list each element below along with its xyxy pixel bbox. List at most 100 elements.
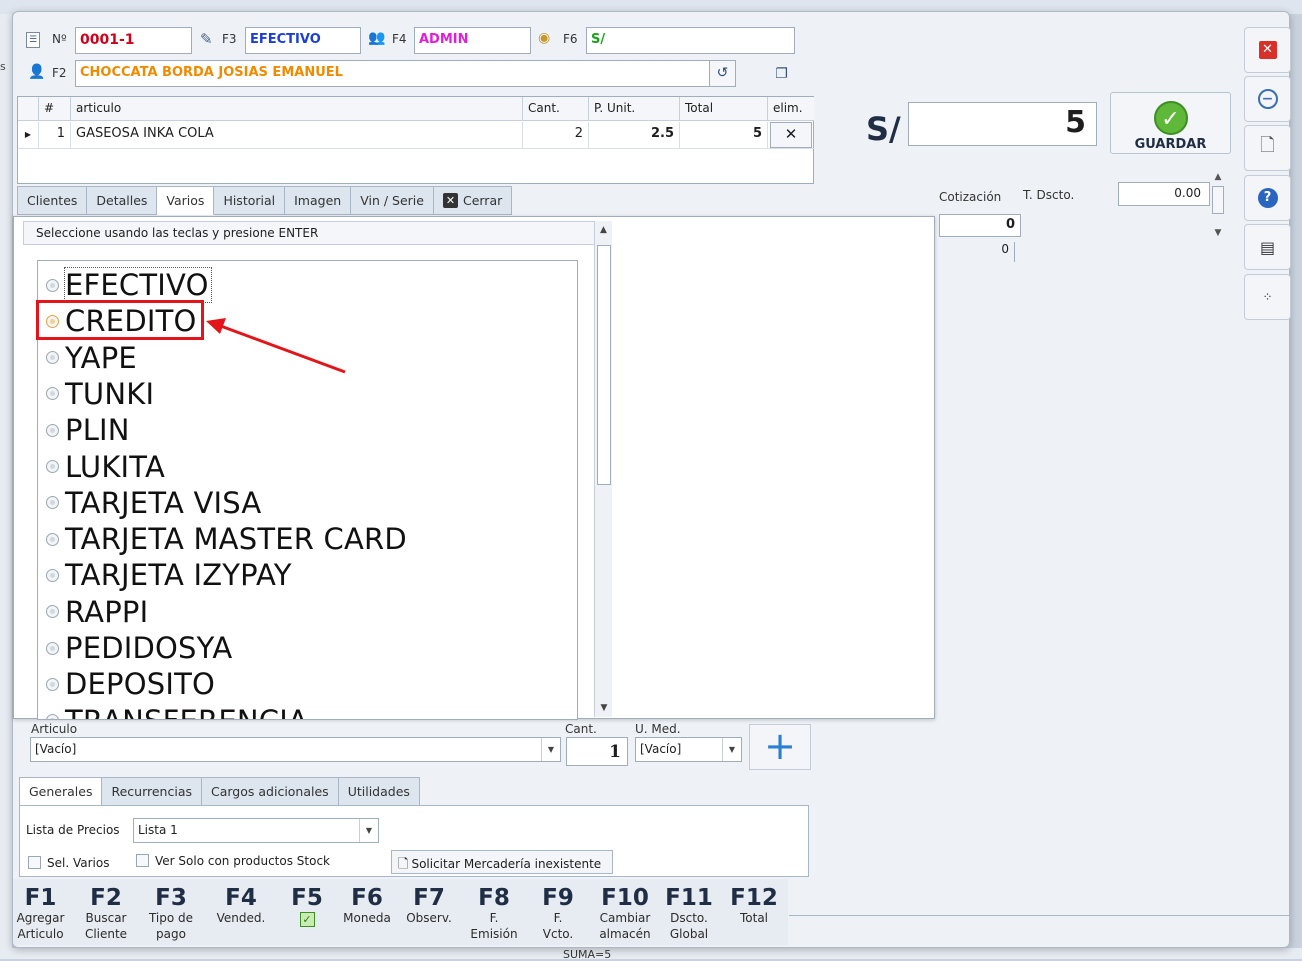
radio-icon[interactable]	[46, 423, 59, 437]
row-num: 1	[39, 122, 71, 148]
annotation-arrow	[206, 318, 346, 374]
scroll-down-icon[interactable]: ▼	[595, 703, 613, 713]
payment-option[interactable]: LUKITA	[46, 449, 165, 485]
row-cant[interactable]: 2	[523, 122, 589, 148]
radio-icon[interactable]	[46, 677, 59, 691]
payment-option-label: PEDIDOSYA	[65, 631, 233, 665]
payment-option-label: DEPOSITO	[65, 667, 216, 702]
scroll-up-icon[interactable]: ▲	[1209, 172, 1227, 182]
fkey-f5[interactable]: F5 ✓	[283, 886, 331, 927]
umed-combo[interactable]: [Vacío] ▼	[635, 737, 742, 762]
add-article-plus-icon[interactable]: +	[749, 724, 811, 770]
tab-vin-serie[interactable]: Vin / Serie	[351, 186, 434, 215]
radio-icon[interactable]	[46, 460, 59, 473]
scroll-up-icon[interactable]: ▲	[595, 225, 612, 235]
payment-option[interactable]: DEPOSITO	[46, 666, 215, 702]
payment-option[interactable]: PLIN	[46, 412, 130, 448]
moneda-field[interactable]: S/	[586, 27, 795, 54]
payment-option[interactable]: TRANSFERENCIA	[46, 703, 308, 719]
fkey-f6[interactable]: F6 Moneda	[338, 886, 396, 926]
chevron-down-icon[interactable]: ▼	[359, 819, 378, 842]
fkey-f8[interactable]: F8 F. Emisión	[465, 886, 523, 942]
lista-precios-value: Lista 1	[138, 823, 178, 837]
tab-detalles[interactable]: Detalles	[87, 186, 158, 215]
tab-clientes[interactable]: Clientes	[18, 186, 88, 215]
tab-varios[interactable]: Varios	[157, 186, 215, 215]
tipo-pago-field[interactable]: EFECTIVO	[245, 27, 361, 54]
radio-icon[interactable]	[46, 714, 59, 719]
scroll-down-icon[interactable]: ▼	[1209, 228, 1227, 238]
payment-option[interactable]: TUNKI	[46, 376, 154, 412]
radio-icon[interactable]	[46, 568, 59, 582]
document-button[interactable]: 🗋	[1244, 125, 1291, 171]
payment-option[interactable]: EFECTIVO	[46, 267, 212, 303]
fkey-f3[interactable]: F3 Tipo de pago	[143, 886, 199, 942]
cant-label: Cant.	[565, 722, 597, 736]
ver-solo-checkbox[interactable]	[136, 854, 149, 867]
numero-field[interactable]: 0001-1	[75, 27, 192, 54]
payment-option[interactable]: TARJETA IZYPAY	[46, 557, 292, 593]
cantidad-field[interactable]: 1	[566, 737, 628, 766]
tab-historial[interactable]: Historial	[214, 186, 286, 215]
solicitar-label: Solicitar Mercadería inexistente	[411, 857, 602, 871]
tab-imagen[interactable]: Imagen	[285, 186, 352, 215]
radio-icon[interactable]	[46, 387, 59, 401]
payment-option[interactable]: TARJETA VISA	[46, 485, 261, 521]
delete-row-icon[interactable]: ✕	[770, 122, 812, 148]
chevron-down-icon[interactable]: ▼	[722, 738, 741, 761]
popup-scrollbar[interactable]: ▲ ▼	[594, 221, 612, 717]
sel-varios-checkbox[interactable]	[28, 856, 41, 869]
copy-window-icon[interactable]: ❐	[768, 62, 795, 86]
fkey-f11[interactable]: F11 Dscto. Global	[660, 886, 718, 942]
payment-option[interactable]: TARJETA MASTER CARD	[46, 521, 407, 557]
popup-hint: Seleccione usando las teclas y presione …	[23, 221, 605, 245]
cotizacion-value[interactable]: 0	[939, 214, 1021, 237]
radio-icon[interactable]	[46, 351, 59, 365]
close-window-button[interactable]: ✕	[1244, 27, 1291, 73]
fkey-f10[interactable]: F10 Cambiar almacén	[595, 886, 655, 942]
minimize-button[interactable]: −	[1244, 76, 1291, 122]
fkey-f1[interactable]: F1 Agregar Articulo	[13, 886, 68, 942]
decimals-button[interactable]: ⁘	[1244, 274, 1291, 320]
scroll-thumb[interactable]	[1212, 186, 1224, 214]
radio-icon[interactable]	[46, 532, 59, 546]
fkey-f12[interactable]: F12 Total	[725, 886, 783, 926]
f2-label: F2	[52, 66, 67, 80]
tab-cerrar[interactable]: ✕ Cerrar	[433, 186, 513, 215]
guardar-button[interactable]: ✓ GUARDAR	[1110, 92, 1231, 154]
popup-scroll-thumb[interactable]	[597, 245, 611, 485]
fkey-f9[interactable]: F9 F. Vcto.	[531, 886, 585, 942]
fkey-f2[interactable]: F2 Buscar Cliente	[79, 886, 133, 942]
fkey-f4[interactable]: F4 Vended.	[211, 886, 271, 926]
tab-recurrencias[interactable]: Recurrencias	[102, 777, 202, 806]
articulo-combo[interactable]: [Vacío] ▼	[30, 737, 561, 762]
vendedor-field[interactable]: ADMIN	[414, 27, 531, 54]
payment-option[interactable]: PEDIDOSYA	[46, 630, 232, 666]
col-articulo: articulo	[71, 97, 523, 121]
radio-icon[interactable]	[46, 278, 59, 292]
row-articulo[interactable]: GASEOSA INKA COLA	[71, 122, 523, 148]
payment-option[interactable]: RAPPI	[46, 594, 148, 630]
row-punit[interactable]: 2.5	[589, 122, 680, 148]
fkey-f7[interactable]: F7 Observ.	[402, 886, 456, 926]
tab-cargos-adicionales[interactable]: Cargos adicionales	[202, 777, 339, 806]
radio-icon[interactable]	[46, 641, 59, 655]
help-button[interactable]: ?	[1244, 175, 1291, 221]
payment-option[interactable]: YAPE	[46, 340, 137, 376]
tdscto-value[interactable]: 0.00	[1118, 182, 1210, 206]
tab-generales[interactable]: Generales	[20, 777, 103, 806]
history-icon[interactable]: ↺	[709, 60, 736, 87]
radio-icon[interactable]	[46, 605, 59, 619]
tab-utilidades[interactable]: Utilidades	[338, 777, 420, 806]
side-tool-button[interactable]: ▤	[1244, 224, 1291, 270]
chevron-down-icon[interactable]: ▼	[541, 738, 560, 761]
lista-precios-combo[interactable]: Lista 1 ▼	[133, 818, 379, 843]
payment-option-label: PLIN	[65, 413, 130, 448]
articulo-value: [Vacío]	[35, 742, 77, 756]
sel-varios-label: Sel. Varios	[47, 856, 110, 870]
radio-icon[interactable]	[46, 496, 59, 510]
generales-panel: Lista de Precios Lista 1 ▼ Sel. Varios V…	[19, 805, 809, 877]
right-scrollbar[interactable]: ▲ ▼	[1209, 172, 1227, 264]
solicitar-mercaderia-button[interactable]: 🗋 Solicitar Mercadería inexistente	[391, 850, 613, 874]
cliente-field[interactable]: CHOCCATA BORDA JOSIAS EMANUEL	[75, 60, 711, 87]
